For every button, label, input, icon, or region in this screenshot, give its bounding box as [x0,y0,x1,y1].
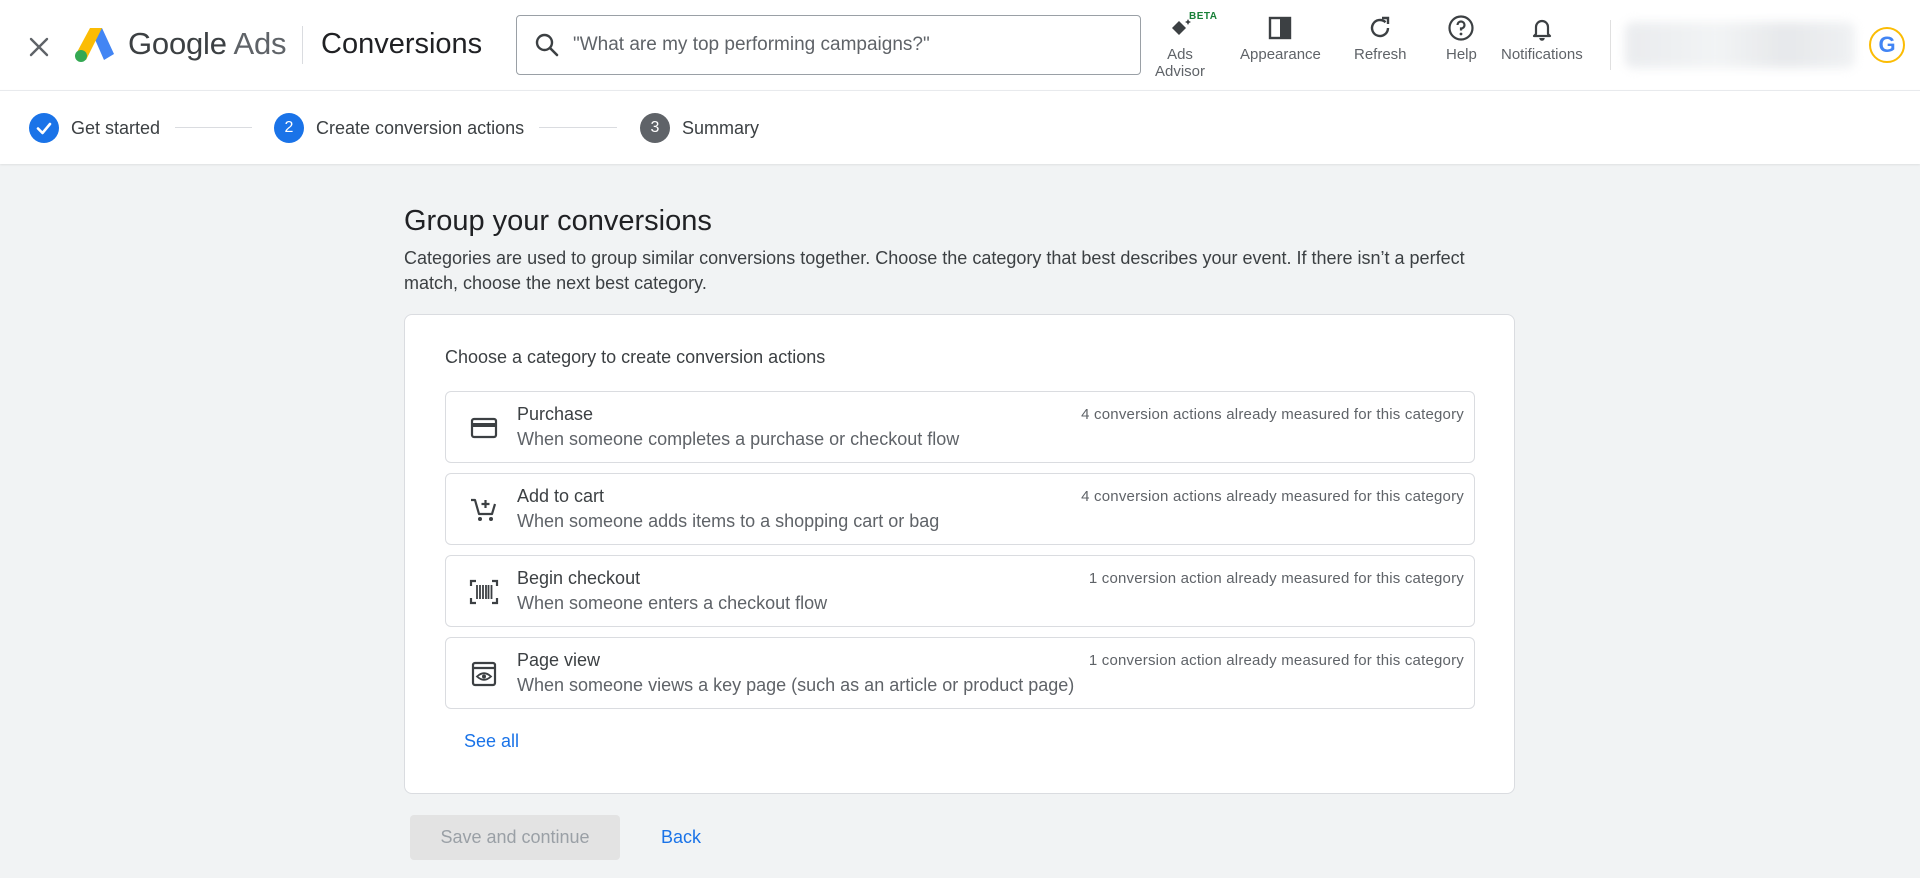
option-count: 4 conversion actions already measured fo… [1081,488,1464,505]
appearance-button[interactable]: Appearance [1240,12,1321,63]
appearance-icon [1266,12,1294,44]
option-description: When someone adds items to a shopping ca… [517,511,940,531]
avatar-letter: G [1878,32,1896,57]
search-box[interactable] [516,15,1141,75]
help-button[interactable]: Help [1446,12,1477,63]
step-label: Create conversion actions [316,117,525,138]
step-label: Summary [682,117,760,138]
option-title: Purchase [517,404,594,424]
help-circle-icon [1446,12,1476,44]
search-input[interactable] [573,34,1113,56]
step-connector [539,127,617,128]
step-label: Get started [71,117,161,138]
help-label: Help [1446,46,1477,63]
page-title: Conversions [321,28,483,60]
save-and-continue-button[interactable]: Save and continue [410,815,620,860]
ads-advisor-label: Ads Advisor [1155,46,1206,80]
option-title: Begin checkout [517,568,641,588]
credit-card-icon [468,412,500,444]
checkmark-icon [29,113,59,143]
progress-stepper: Get started 2 Create conversion actions … [0,90,1920,164]
back-button[interactable]: Back [645,815,717,860]
card-heading: Choose a category to create conversion a… [445,347,826,367]
page-view-eye-icon [468,658,500,690]
beta-badge: BETA [1189,11,1218,22]
option-description: When someone views a key page (such as a… [517,675,1075,695]
step-connector [175,127,252,128]
notifications-button[interactable]: Notifications [1501,12,1583,63]
refresh-icon [1366,12,1394,44]
option-count: 4 conversion actions already measured fo… [1081,406,1464,423]
account-divider [1610,20,1611,70]
title-divider [302,26,303,64]
avatar[interactable]: G [1869,27,1905,63]
step-number: 2 [274,113,304,143]
step-number: 3 [640,113,670,143]
brand-ads: Ads [233,26,287,61]
ads-advisor-button[interactable]: BETA Ads Advisor [1155,11,1217,80]
step-get-started[interactable]: Get started [29,113,160,143]
top-app-bar: Google Ads Conversions BETA Ads Advisor … [0,0,1920,90]
bell-icon [1528,12,1556,44]
category-option-add-to-cart[interactable]: Add to cart When someone adds items to a… [445,473,1475,545]
category-card: Choose a category to create conversion a… [404,314,1515,794]
category-option-page-view[interactable]: Page view When someone views a key page … [445,637,1475,709]
option-title: Add to cart [517,486,605,506]
account-info-blurred[interactable] [1625,22,1855,68]
see-all-link[interactable]: See all [464,731,519,752]
step-create-conversion-actions[interactable]: 2 Create conversion actions [274,113,524,143]
category-option-purchase[interactable]: Purchase When someone completes a purcha… [445,391,1475,463]
search-icon [533,31,561,59]
category-option-begin-checkout[interactable]: Begin checkout When someone enters a che… [445,555,1475,627]
google-ads-logo[interactable] [72,24,116,64]
option-description: When someone enters a checkout flow [517,593,828,613]
close-icon[interactable] [22,30,56,64]
option-description: When someone completes a purchase or che… [517,429,960,449]
brand-google: Google [128,26,227,61]
refresh-label: Refresh [1354,46,1407,63]
barcode-scanner-icon [468,576,500,608]
section-description: Categories are used to group similar con… [404,248,1465,293]
option-title: Page view [517,650,601,670]
notifications-label: Notifications [1501,46,1583,63]
step-summary[interactable]: 3 Summary [640,113,759,143]
refresh-button[interactable]: Refresh [1354,12,1407,63]
page-section-title: Group your conversions [404,205,712,237]
brand-name: Google Ads [128,26,286,62]
option-count: 1 conversion action already measured for… [1088,652,1464,669]
appearance-label: Appearance [1240,46,1321,63]
option-count: 1 conversion action already measured for… [1088,570,1464,587]
add-shopping-cart-icon [468,494,500,526]
